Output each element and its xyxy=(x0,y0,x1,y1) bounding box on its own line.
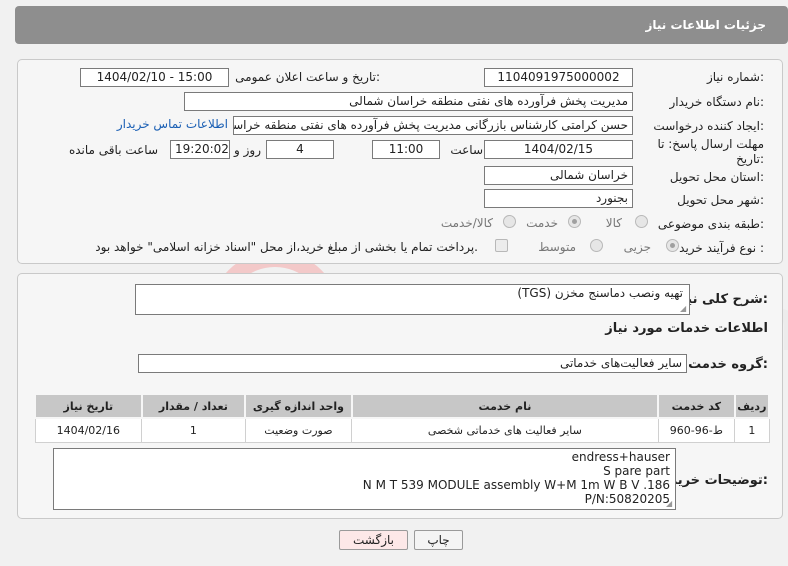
col-service-name: نام خدمت xyxy=(350,393,660,419)
treasury-payment-checkbox[interactable] xyxy=(495,239,508,252)
notes-line: endress+hauser xyxy=(571,450,670,464)
buyer-notes-textarea[interactable]: endress+hauser S pare part N M T 539 MOD… xyxy=(53,448,676,510)
need-number-field: 1104091975000002 xyxy=(484,68,633,87)
province-field: خراسان شمالی xyxy=(484,166,633,185)
notes-line: P/N:50820205 xyxy=(584,492,670,506)
category-radio-goods[interactable] xyxy=(635,215,648,228)
service-group-field: سایر فعالیت‌های خدماتی xyxy=(138,354,687,373)
requester-field: حسن کرامتی کارشناس بازرگانی مدیریت پخش ف… xyxy=(233,116,633,135)
category-option-goods: کالا xyxy=(605,216,622,230)
table-row: 1 ط-96-960 سایر فعالیت های خدماتی شخصی ص… xyxy=(34,417,770,443)
days-label: روز و xyxy=(234,143,261,157)
city-label: شهر محل تحویل: xyxy=(677,193,764,207)
need-info-panel xyxy=(17,59,783,264)
process-radio-minor[interactable] xyxy=(666,239,679,252)
requester-label: ایجاد کننده درخواست: xyxy=(653,119,764,133)
days-remaining-field: 4 xyxy=(266,140,334,159)
category-radio-goods-service[interactable] xyxy=(503,215,516,228)
print-button[interactable]: چاپ xyxy=(414,530,463,550)
deadline-date-field: 1404/02/15 xyxy=(484,140,633,159)
col-unit: واحد اندازه گیری xyxy=(244,393,353,419)
cell-service-code: ط-96-960 xyxy=(657,417,736,443)
buyer-org-label: نام دستگاه خریدار: xyxy=(669,95,765,109)
buyer-contact-link[interactable]: اطلاعات تماس خریدار xyxy=(117,117,228,131)
deadline-time-field: 11:00 xyxy=(372,140,440,159)
summary-textarea[interactable]: تهیه ونصب دماسنج مخزن (TGS) ◢ xyxy=(135,284,690,315)
col-service-code: کد خدمت xyxy=(657,393,736,419)
time-remaining-field: 19:20:02 xyxy=(170,140,230,159)
treasury-payment-text: پرداخت تمام یا بخشی از مبلغ خرید،از محل … xyxy=(95,240,478,254)
page-header: جزئیات اطلاعات نیاز xyxy=(15,6,788,44)
buyer-notes-text: endress+hauser S pare part N M T 539 MOD… xyxy=(363,450,670,506)
services-section-title: اطلاعات خدمات مورد نیاز xyxy=(605,321,768,336)
notes-line: S pare part xyxy=(603,464,670,478)
process-radio-medium[interactable] xyxy=(590,239,603,252)
col-need-date: تاریخ نیاز xyxy=(34,393,143,419)
city-field: بجنورد xyxy=(484,189,633,208)
category-label: طبقه بندی موضوعی: xyxy=(657,217,764,231)
services-table: ردیف کد خدمت نام خدمت واحد اندازه گیری ت… xyxy=(34,393,771,443)
category-radio-service[interactable] xyxy=(568,215,581,228)
resize-grip-icon[interactable]: ◢ xyxy=(680,305,688,313)
category-option-service: خدمت xyxy=(526,216,558,230)
cell-row-number: 1 xyxy=(734,417,770,443)
table-header-row: ردیف کد خدمت نام خدمت واحد اندازه گیری ت… xyxy=(34,393,771,419)
announce-datetime-field: 1404/02/10 - 15:00 xyxy=(80,68,229,87)
deadline-label-1: مهلت ارسال پاسخ: تا xyxy=(657,137,764,151)
time-remaining-label: ساعت باقی مانده xyxy=(68,143,158,157)
deadline-label-2: تاریخ: xyxy=(736,152,764,166)
process-option-minor: جزیی xyxy=(623,240,651,254)
service-group-label: گروه خدمت: xyxy=(688,357,768,372)
need-number-label: شماره نیاز: xyxy=(706,70,764,84)
resize-grip-icon[interactable]: ◢ xyxy=(666,500,674,508)
col-quantity: تعداد / مقدار xyxy=(140,393,247,419)
category-option-goods-service: کالا/خدمت xyxy=(440,216,493,230)
buyer-org-field: مدیریت پخش فرآورده های نفتی منطقه خراسان… xyxy=(184,92,633,111)
back-button[interactable]: بازگشت xyxy=(339,530,408,550)
process-option-medium: متوسط xyxy=(538,240,576,254)
cell-service-name: سایر فعالیت های خدماتی شخصی xyxy=(351,417,659,443)
deadline-time-label: ساعت xyxy=(450,143,483,157)
process-type-label: نوع فرآیند خرید : xyxy=(679,241,764,255)
cell-unit: صورت وضعیت xyxy=(244,417,353,443)
page-title: جزئیات اطلاعات نیاز xyxy=(645,18,766,32)
announce-label: تاریخ و ساعت اعلان عمومی: xyxy=(235,70,380,84)
notes-line: N M T 539 MODULE assembly W+M 1m W B V .… xyxy=(362,478,670,492)
summary-text: تهیه ونصب دماسنج مخزن (TGS) xyxy=(517,286,683,300)
cell-quantity: 1 xyxy=(141,417,246,443)
province-label: استان محل تحویل: xyxy=(669,170,764,184)
cell-need-date: 1404/02/16 xyxy=(34,417,143,443)
col-row-number: ردیف xyxy=(733,393,771,419)
